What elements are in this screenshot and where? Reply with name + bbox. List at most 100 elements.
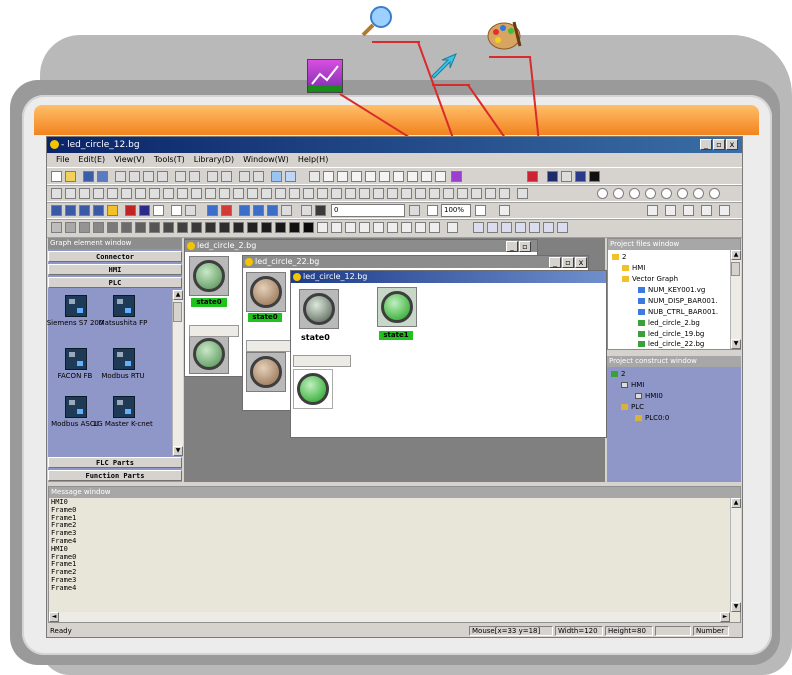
arrow-back-icon[interactable] xyxy=(701,205,712,216)
layout-7-icon[interactable] xyxy=(557,222,568,233)
close-button[interactable]: x xyxy=(726,139,738,150)
arrange-1-icon[interactable] xyxy=(597,188,608,199)
tree-node-plc0[interactable]: PLC0:0 xyxy=(635,413,669,424)
arrow-left-icon[interactable] xyxy=(647,205,658,216)
led-indicator[interactable] xyxy=(250,356,282,388)
hatch-6-icon[interactable] xyxy=(387,222,398,233)
pattern-15-icon[interactable] xyxy=(247,222,258,233)
align-middle-icon[interactable] xyxy=(107,188,118,199)
preview-icon[interactable] xyxy=(171,205,182,216)
pattern-5-icon[interactable] xyxy=(107,222,118,233)
category-function-parts[interactable]: Function Parts xyxy=(48,470,182,481)
bring-front-icon[interactable] xyxy=(205,188,216,199)
arrange-5-icon[interactable] xyxy=(661,188,672,199)
pattern-1-icon[interactable] xyxy=(51,222,62,233)
scroll-down-button[interactable]: ▼ xyxy=(731,602,741,612)
layout-3-icon[interactable] xyxy=(501,222,512,233)
line-width-combo[interactable]: 0 xyxy=(331,204,405,217)
bg-color-icon[interactable] xyxy=(575,171,586,182)
tree-node-hmi[interactable]: HMI xyxy=(622,263,645,274)
oval-tool-icon[interactable] xyxy=(407,171,418,182)
properties-icon[interactable] xyxy=(387,188,398,199)
pattern-19-icon[interactable] xyxy=(303,222,314,233)
tree-node-hmi0[interactable]: HMI0 xyxy=(635,391,663,402)
plc-device-icon[interactable] xyxy=(113,348,135,370)
menu-view[interactable]: View(V) xyxy=(114,155,145,164)
lock-icon[interactable] xyxy=(239,171,250,182)
tree-file[interactable]: NUM_KEY001.vg xyxy=(638,285,705,296)
animation-icon[interactable] xyxy=(415,188,426,199)
scroll-up-button[interactable]: ▲ xyxy=(173,290,183,300)
ellipse-tool-icon[interactable] xyxy=(365,171,376,182)
tree-node-hmi[interactable]: HMI xyxy=(621,380,644,391)
doc-scrollbar[interactable] xyxy=(246,340,292,352)
hatch-10-icon[interactable] xyxy=(447,222,458,233)
tree-node-2[interactable]: 2 xyxy=(612,252,626,263)
pattern-4-icon[interactable] xyxy=(93,222,104,233)
snap-icon[interactable] xyxy=(331,188,342,199)
same-size-icon[interactable] xyxy=(191,188,202,199)
new-icon[interactable] xyxy=(51,171,62,182)
plc-device-icon[interactable] xyxy=(65,295,87,317)
doc-close-button[interactable]: x xyxy=(575,257,587,268)
select-area-icon[interactable] xyxy=(271,171,282,182)
hatch-5-icon[interactable] xyxy=(373,222,384,233)
pattern-9-icon[interactable] xyxy=(163,222,174,233)
message-hscrollbar[interactable]: ◄ ► xyxy=(49,612,730,622)
fill-color-icon[interactable] xyxy=(547,171,558,182)
layout-2-icon[interactable] xyxy=(487,222,498,233)
led-indicator[interactable] xyxy=(193,260,225,292)
menu-edit[interactable]: Edit(E) xyxy=(78,155,105,164)
flip-h-icon[interactable] xyxy=(261,188,272,199)
download-icon[interactable] xyxy=(485,188,496,199)
doc-restore-button[interactable]: ▫ xyxy=(519,241,531,252)
event-icon[interactable] xyxy=(443,188,454,199)
doc-minimize-button[interactable]: _ xyxy=(549,257,561,268)
doc-window-led-circle-12[interactable]: led_circle_12.bg state0 state1 xyxy=(290,270,607,438)
doc-scrollbar[interactable] xyxy=(189,325,239,337)
rotate-right-icon[interactable] xyxy=(247,188,258,199)
align-right-icon[interactable] xyxy=(79,188,90,199)
line-options-icon[interactable] xyxy=(409,205,420,216)
pattern-12-icon[interactable] xyxy=(205,222,216,233)
line-color-icon[interactable] xyxy=(561,171,572,182)
plc-device-icon[interactable] xyxy=(65,348,87,370)
pointer-icon[interactable] xyxy=(309,171,320,182)
category-connector[interactable]: Connector xyxy=(48,251,182,262)
doc-minimize-button[interactable]: _ xyxy=(506,241,518,252)
window-1-icon[interactable] xyxy=(239,205,250,216)
plc-device-icon[interactable] xyxy=(113,396,135,418)
delete-icon[interactable] xyxy=(157,171,168,182)
redo-icon[interactable] xyxy=(189,171,200,182)
doc-restore-button[interactable]: ▫ xyxy=(562,257,574,268)
search-icon[interactable] xyxy=(475,205,486,216)
pattern-7-icon[interactable] xyxy=(135,222,146,233)
distribute-v-icon[interactable] xyxy=(149,188,160,199)
hatch-1-icon[interactable] xyxy=(317,222,328,233)
tree-file[interactable]: led_circle_2.bg xyxy=(638,318,700,329)
restore-button[interactable]: ▫ xyxy=(713,139,725,150)
zoom-icon[interactable] xyxy=(427,205,438,216)
scroll-left-button[interactable]: ◄ xyxy=(49,612,59,622)
tree-file[interactable]: led_circle_22.bg xyxy=(638,339,704,349)
align-icon[interactable] xyxy=(207,171,218,182)
distribute-h-icon[interactable] xyxy=(135,188,146,199)
pattern-2-icon[interactable] xyxy=(65,222,76,233)
menu-window[interactable]: Window(W) xyxy=(243,155,289,164)
hatch-4-icon[interactable] xyxy=(359,222,370,233)
dash-style-icon[interactable] xyxy=(499,205,510,216)
chart-tool-icon[interactable] xyxy=(451,171,462,182)
menu-help[interactable]: Help(H) xyxy=(298,155,329,164)
folder-icon[interactable] xyxy=(107,205,118,216)
report-icon[interactable] xyxy=(79,205,90,216)
arc-tool-icon[interactable] xyxy=(337,171,348,182)
arrange-4-icon[interactable] xyxy=(645,188,656,199)
ruler-icon[interactable] xyxy=(345,188,356,199)
arrow-both-icon[interactable] xyxy=(683,205,694,216)
table-icon[interactable] xyxy=(65,205,76,216)
send-back-icon[interactable] xyxy=(219,188,230,199)
shadow-color-icon[interactable] xyxy=(589,171,600,182)
undo-icon[interactable] xyxy=(175,171,186,182)
pattern-11-icon[interactable] xyxy=(191,222,202,233)
open-icon[interactable] xyxy=(65,171,76,182)
